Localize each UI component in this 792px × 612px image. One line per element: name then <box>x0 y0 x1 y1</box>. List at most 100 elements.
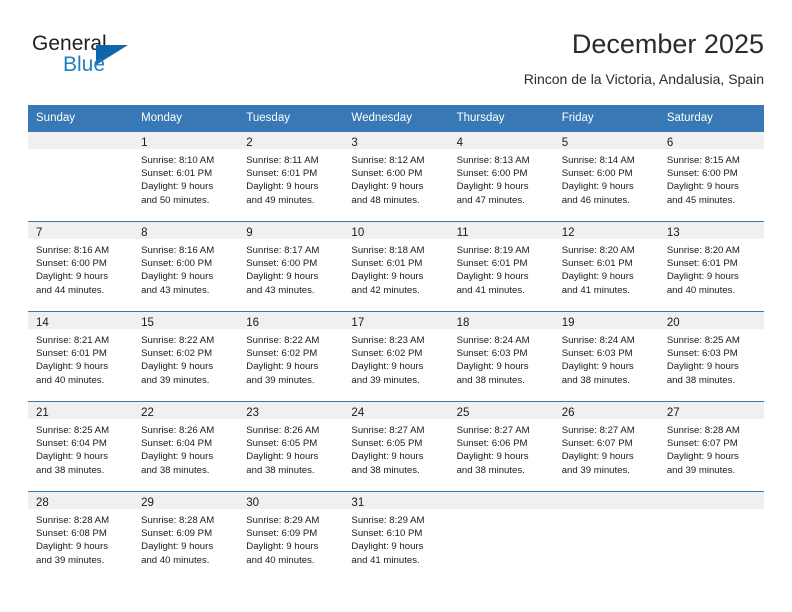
daylight-line-1: Daylight: 9 hours <box>456 361 529 373</box>
sunrise-line: Sunrise: 8:26 AM <box>141 425 215 436</box>
day-number: 5 <box>561 137 569 149</box>
daylight-line-1: Daylight: 9 hours <box>351 541 424 553</box>
day-number-band: 15 <box>133 312 239 329</box>
day-detail-lines <box>554 509 659 514</box>
day-detail-lines: Sunrise: 8:25 AM Sunset: 6:04 PM Daylight:… <box>28 419 133 477</box>
sunrise-line: Sunrise: 8:24 AM <box>456 335 530 346</box>
calendar-day-cell[interactable]: 15 Sunrise: 8:22 AM Sunset: 6:02 PM Dayligh… <box>133 311 239 402</box>
day-cell-inner: 16 Sunrise: 8:22 AM Sunset: 6:02 PM Dayligh… <box>238 312 344 401</box>
day-cell-inner: 22 Sunrise: 8:26 AM Sunset: 6:04 PM Dayligh… <box>133 402 239 491</box>
calendar-day-cell[interactable]: 25 Sunrise: 8:27 AM Sunset: 6:06 PM Dayligh… <box>448 401 554 492</box>
sunset-line: Sunset: 6:02 PM <box>246 348 318 360</box>
day-detail-lines: Sunrise: 8:28 AM Sunset: 6:08 PM Daylight:… <box>28 509 133 567</box>
general-blue-logo[interactable]: General Blue <box>28 32 208 86</box>
calendar-day-cell[interactable]: 14 Sunrise: 8:21 AM Sunset: 6:01 PM Dayligh… <box>28 311 134 402</box>
calendar-day-cell[interactable]: 5 Sunrise: 8:14 AM Sunset: 6:00 PM Daylight… <box>553 131 659 222</box>
day-cell-inner: 13 Sunrise: 8:20 AM Sunset: 6:01 PM Dayligh… <box>658 222 764 311</box>
day-number: 18 <box>456 317 470 329</box>
calendar-day-cell[interactable]: 9 Sunrise: 8:17 AM Sunset: 6:00 PM Daylight… <box>238 221 344 312</box>
day-number: 8 <box>141 227 148 239</box>
calendar-day-cell[interactable]: 16 Sunrise: 8:22 AM Sunset: 6:02 PM Dayligh… <box>238 311 344 402</box>
sunset-line: Sunset: 6:09 PM <box>246 528 318 540</box>
daylight-line-1: Daylight: 9 hours <box>36 271 108 283</box>
calendar-day-cell[interactable]: 12 Sunrise: 8:20 AM Sunset: 6:01 PM Dayligh… <box>553 221 659 312</box>
daylight-line-1: Daylight: 9 hours <box>246 541 319 553</box>
calendar-day-cell[interactable]: 2 Sunrise: 8:11 AM Sunset: 6:01 PM Daylight… <box>238 131 344 222</box>
day-detail-lines: Sunrise: 8:26 AM Sunset: 6:04 PM Daylight:… <box>133 419 238 477</box>
weekday-header-friday: Friday <box>553 105 659 132</box>
daylight-line-2: and 40 minutes. <box>36 374 105 386</box>
sunrise-line: Sunrise: 8:28 AM <box>36 515 110 526</box>
calendar-day-cell[interactable]: 7 Sunrise: 8:16 AM Sunset: 6:00 PM Daylight… <box>28 221 134 312</box>
calendar-day-cell[interactable]: 28 Sunrise: 8:28 AM Sunset: 6:08 PM Dayligh… <box>28 491 134 581</box>
daylight-line-1: Daylight: 9 hours <box>141 541 214 553</box>
day-number-band: 13 <box>658 222 764 239</box>
calendar-day-cell-empty <box>658 491 764 581</box>
day-cell-inner: 31 Sunrise: 8:29 AM Sunset: 6:10 PM Dayligh… <box>343 492 449 581</box>
sunrise-line: Sunrise: 8:13 AM <box>456 155 530 166</box>
title-block: December 2025 Rincon de la Victoria, And… <box>524 28 764 89</box>
daylight-line-2: and 38 minutes. <box>351 464 420 476</box>
sunset-line: Sunset: 6:02 PM <box>351 348 423 360</box>
day-number: 21 <box>36 407 49 419</box>
day-cell-inner: 5 Sunrise: 8:14 AM Sunset: 6:00 PM Daylight… <box>553 132 659 221</box>
calendar-day-cell[interactable]: 10 Sunrise: 8:18 AM Sunset: 6:01 PM Dayligh… <box>343 221 449 312</box>
day-number: 16 <box>246 317 260 329</box>
daylight-line-2: and 45 minutes. <box>666 194 736 206</box>
logo-text-blue: Blue <box>63 53 106 76</box>
sunrise-line: Sunrise: 8:25 AM <box>36 425 110 436</box>
sunrise-line: Sunrise: 8:29 AM <box>351 515 425 526</box>
calendar-day-cell[interactable]: 26 Sunrise: 8:27 AM Sunset: 6:07 PM Dayligh… <box>553 401 659 492</box>
sunset-line: Sunset: 6:02 PM <box>141 348 213 360</box>
calendar-day-cell[interactable]: 23 Sunrise: 8:26 AM Sunset: 6:05 PM Dayligh… <box>238 401 344 492</box>
daylight-line-2: and 39 minutes. <box>246 374 315 386</box>
calendar-day-cell[interactable]: 1 Sunrise: 8:10 AM Sunset: 6:01 PM Daylight… <box>133 131 239 222</box>
calendar-day-cell[interactable]: 22 Sunrise: 8:26 AM Sunset: 6:04 PM Dayligh… <box>133 401 239 492</box>
day-number-band: 26 <box>553 402 659 419</box>
calendar-day-cell[interactable]: 20 Sunrise: 8:25 AM Sunset: 6:03 PM Dayligh… <box>658 311 764 402</box>
calendar-day-cell[interactable]: 17 Sunrise: 8:23 AM Sunset: 6:02 PM Dayligh… <box>343 311 449 402</box>
sunset-line: Sunset: 6:00 PM <box>456 168 528 180</box>
calendar-day-cell[interactable]: 11 Sunrise: 8:19 AM Sunset: 6:01 PM Dayligh… <box>448 221 554 312</box>
calendar-day-cell[interactable]: 8 Sunrise: 8:16 AM Sunset: 6:00 PM Daylight… <box>133 221 239 312</box>
day-number: 22 <box>141 407 154 419</box>
calendar-day-cell[interactable]: 19 Sunrise: 8:24 AM Sunset: 6:03 PM Dayligh… <box>553 311 659 402</box>
day-detail-lines: Sunrise: 8:14 AM Sunset: 6:00 PM Daylight:… <box>554 149 659 207</box>
calendar-day-cell[interactable]: 6 Sunrise: 8:15 AM Sunset: 6:00 PM Daylight… <box>658 131 764 222</box>
day-cell-inner: 27 Sunrise: 8:28 AM Sunset: 6:07 PM Dayligh… <box>658 402 764 491</box>
daylight-line-1: Daylight: 9 hours <box>456 451 529 463</box>
day-detail-lines: Sunrise: 8:26 AM Sunset: 6:05 PM Daylight:… <box>238 419 343 477</box>
sunrise-line: Sunrise: 8:20 AM <box>561 245 635 256</box>
day-number: 29 <box>141 497 154 509</box>
day-number-band: 18 <box>448 312 554 329</box>
calendar-day-cell[interactable]: 13 Sunrise: 8:20 AM Sunset: 6:01 PM Dayligh… <box>658 221 764 312</box>
daylight-line-2: and 42 minutes. <box>351 284 420 296</box>
sunrise-line: Sunrise: 8:18 AM <box>351 245 425 256</box>
sunset-line: Sunset: 6:08 PM <box>36 528 107 540</box>
sunset-line: Sunset: 6:01 PM <box>36 348 107 360</box>
daylight-line-2: and 40 minutes. <box>666 284 736 296</box>
day-number: 13 <box>666 227 680 239</box>
calendar-day-cell[interactable]: 27 Sunrise: 8:28 AM Sunset: 6:07 PM Dayligh… <box>658 401 764 492</box>
sunrise-line: Sunrise: 8:29 AM <box>246 515 320 526</box>
daylight-line-2: and 38 minutes. <box>666 374 736 386</box>
calendar-day-cell[interactable]: 3 Sunrise: 8:12 AM Sunset: 6:00 PM Daylight… <box>343 131 449 222</box>
day-number-band: 5 <box>553 132 659 149</box>
calendar-day-cell[interactable]: 18 Sunrise: 8:24 AM Sunset: 6:03 PM Dayligh… <box>448 311 554 402</box>
daylight-line-2: and 39 minutes. <box>141 374 210 386</box>
calendar-day-cell[interactable]: 29 Sunrise: 8:28 AM Sunset: 6:09 PM Dayligh… <box>133 491 239 581</box>
day-number-band: 21 <box>28 402 134 419</box>
calendar-day-cell[interactable]: 24 Sunrise: 8:27 AM Sunset: 6:05 PM Dayligh… <box>343 401 449 492</box>
calendar-day-cell[interactable]: 31 Sunrise: 8:29 AM Sunset: 6:10 PM Dayligh… <box>343 491 449 581</box>
day-number: 4 <box>456 137 463 149</box>
sunrise-line: Sunrise: 8:27 AM <box>456 425 530 436</box>
day-cell-inner: 26 Sunrise: 8:27 AM Sunset: 6:07 PM Dayligh… <box>553 402 659 491</box>
calendar-day-cell[interactable]: 21 Sunrise: 8:25 AM Sunset: 6:04 PM Dayligh… <box>28 401 134 492</box>
calendar-day-cell[interactable]: 4 Sunrise: 8:13 AM Sunset: 6:00 PM Daylight… <box>448 131 554 222</box>
day-number-band: 17 <box>343 312 449 329</box>
calendar-day-cell[interactable]: 30 Sunrise: 8:29 AM Sunset: 6:09 PM Dayligh… <box>238 491 344 581</box>
daylight-line-2: and 44 minutes. <box>36 284 105 296</box>
daylight-line-2: and 39 minutes. <box>351 374 420 386</box>
day-number: 1 <box>141 137 148 149</box>
day-number-band: 10 <box>343 222 449 239</box>
